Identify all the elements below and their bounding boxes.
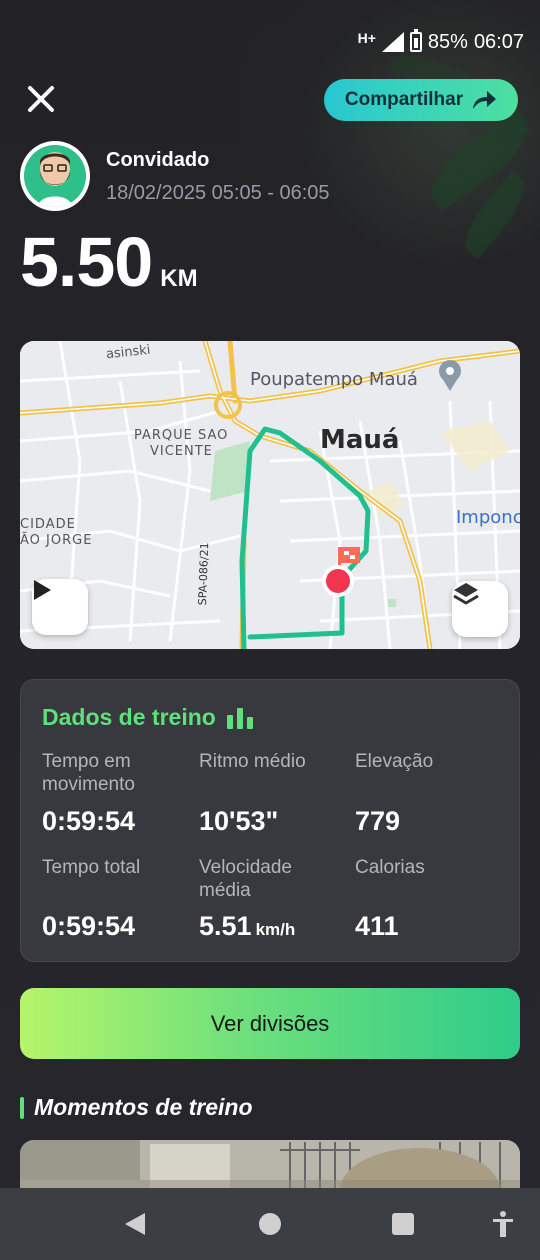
accessibility-icon	[493, 1211, 513, 1237]
route-map[interactable]: asinski Poupatempo Mauá Mauá PARQUE SAO …	[20, 341, 520, 649]
distance-summary: 5.50 KM	[20, 222, 198, 302]
accessibility-button[interactable]	[478, 1188, 528, 1260]
share-button[interactable]: Compartilhar	[324, 79, 518, 121]
stat-label-avg-pace: Ritmo médio	[199, 751, 306, 772]
close-icon	[28, 86, 54, 112]
moments-title-text: Momentos de treino	[34, 1094, 253, 1120]
stat-value-moving-time: 0:59:54	[42, 806, 136, 836]
home-button[interactable]	[245, 1188, 295, 1260]
layers-icon	[453, 583, 479, 605]
map-district-label: CIDADE	[20, 517, 76, 532]
home-icon	[259, 1213, 281, 1235]
moments-section-title: Momentos de treino	[20, 1094, 253, 1121]
distance-unit: KM	[160, 265, 198, 292]
stat-value-avg-pace: 10'53"	[199, 806, 279, 836]
map-city-label: Mauá	[320, 425, 400, 455]
system-navigation-bar	[0, 1188, 540, 1260]
share-button-label: Compartilhar	[344, 89, 464, 110]
stat-value-avg-speed: 5.51 km/h	[199, 911, 296, 941]
stat-label-calories: Calorias	[355, 857, 425, 878]
battery-icon	[409, 29, 422, 52]
map-district-label: PARQUE SAO	[134, 428, 229, 443]
distance-value: 5.50	[20, 223, 153, 301]
view-splits-label: Ver divisões	[210, 1010, 330, 1036]
share-arrow-icon	[473, 91, 497, 109]
section-accent-bar	[20, 1096, 24, 1119]
map-district-label: ÃO JORGE	[20, 533, 93, 548]
workout-stats-card: Dados de treino Tempo em movimento 0:59:…	[20, 679, 520, 962]
view-splits-button[interactable]: Ver divisões	[20, 988, 520, 1059]
battery-percent: 85%	[427, 30, 468, 53]
stats-title: Dados de treino	[42, 704, 256, 731]
map-layers-button[interactable]	[452, 581, 508, 637]
stat-value-elevation: 779	[355, 806, 401, 836]
stat-label-total-time: Tempo total	[42, 857, 141, 878]
map-place-label: Imponc	[456, 507, 520, 528]
back-button[interactable]	[110, 1188, 160, 1260]
signal-icon	[381, 32, 404, 52]
close-button[interactable]	[26, 84, 56, 114]
user-name: Convidado	[106, 149, 210, 171]
play-route-button[interactable]	[32, 579, 88, 635]
recents-button[interactable]	[378, 1188, 428, 1260]
stat-label-moving-time: Tempo em movimento	[42, 751, 135, 795]
avatar-illustration	[24, 145, 86, 207]
clock: 06:07	[473, 30, 524, 53]
map-poi-label: Poupatempo Mauá	[250, 369, 418, 390]
workout-summary-screen: H+ 85% 06:07 Compartilhar Convidado 18/0…	[0, 0, 540, 1260]
network-type: H+	[357, 30, 376, 46]
stat-unit-avg-speed: km/h	[255, 920, 296, 939]
status-bar: H+ 85% 06:07	[358, 28, 524, 56]
stat-label-avg-speed: Velocidade média	[199, 857, 292, 901]
stats-title-text: Dados de treino	[42, 704, 216, 730]
avatar	[20, 141, 90, 211]
play-icon	[34, 580, 51, 600]
workout-date-range: 18/02/2025 05:05 - 06:05	[106, 182, 330, 204]
back-icon	[125, 1213, 145, 1235]
map-district-label: VICENTE	[150, 444, 213, 459]
bar-chart-icon	[226, 707, 253, 729]
map-road-label: SPA-086/21	[196, 542, 212, 606]
stat-value-total-time: 0:59:54	[42, 911, 136, 941]
recents-icon	[392, 1213, 414, 1235]
stat-label-elevation: Elevação	[355, 751, 434, 772]
stat-value-calories: 411	[355, 911, 399, 941]
